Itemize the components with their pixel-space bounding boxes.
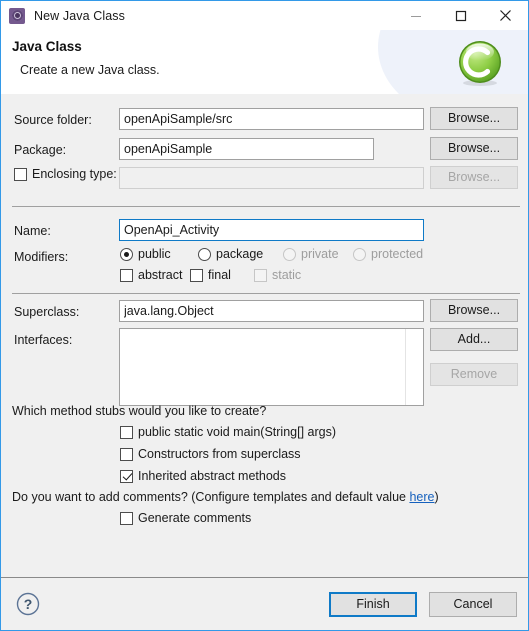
wizard-header: Java Class Create a new Java class.: [1, 30, 528, 95]
page-title: Java Class: [12, 39, 82, 54]
modifier-radio-public[interactable]: public: [120, 247, 171, 261]
source-folder-label: Source folder:: [14, 113, 92, 127]
static-checkbox-icon: [254, 268, 267, 282]
svg-text:?: ?: [24, 596, 33, 612]
comments-question: Do you want to add comments? (Configure …: [12, 490, 439, 504]
modifiers-label: Modifiers:: [14, 250, 69, 264]
name-input[interactable]: [119, 219, 424, 241]
private-radio-label: private: [301, 247, 339, 261]
page-subtitle: Create a new Java class.: [20, 63, 160, 77]
final-checkbox-icon[interactable]: [190, 268, 203, 282]
final-checkbox-label: final: [208, 268, 231, 282]
maximize-button[interactable]: [438, 1, 483, 30]
green-c-logo: [459, 41, 501, 86]
package-input[interactable]: [119, 138, 374, 160]
modifier-checkbox-final[interactable]: final: [190, 268, 231, 282]
constructors-checkbox-icon[interactable]: [120, 447, 133, 461]
main-method-checkbox-icon[interactable]: [120, 425, 133, 439]
java-class-wizard-icon: [9, 7, 25, 24]
stub-checkbox-main[interactable]: public static void main(String[] args): [120, 425, 336, 439]
interfaces-add-button[interactable]: Add...: [430, 328, 518, 351]
name-label: Name:: [14, 224, 51, 238]
stub-checkbox-inherited[interactable]: Inherited abstract methods: [120, 469, 286, 483]
minimize-button[interactable]: [393, 1, 438, 30]
superclass-input[interactable]: [119, 300, 424, 322]
modifier-radio-protected: protected: [353, 247, 423, 261]
modifier-radio-private: private: [283, 247, 339, 261]
generate-comments-label: Generate comments: [138, 511, 252, 525]
cancel-button[interactable]: Cancel: [429, 592, 517, 617]
protected-radio-label: protected: [371, 247, 424, 261]
private-radio-icon: [283, 247, 296, 261]
modifier-checkbox-abstract[interactable]: abstract: [120, 268, 182, 282]
abstract-checkbox-label: abstract: [138, 268, 183, 282]
package-browse-button[interactable]: Browse...: [430, 137, 518, 160]
source-folder-browse-button[interactable]: Browse...: [430, 107, 518, 130]
enclosing-type-checkbox[interactable]: [14, 167, 27, 181]
enclosing-type-input: [119, 167, 424, 189]
separator-top: [12, 206, 520, 207]
help-icon[interactable]: ?: [16, 592, 40, 616]
static-checkbox-label: static: [272, 268, 302, 282]
protected-radio-icon: [353, 247, 366, 261]
finish-button[interactable]: Finish: [329, 592, 417, 617]
modifier-checkbox-static: static: [254, 268, 301, 282]
public-radio-label: public: [138, 247, 171, 261]
enclosing-type-checkbox-row[interactable]: Enclosing type:: [14, 167, 117, 181]
public-radio-icon[interactable]: [120, 247, 133, 261]
constructors-checkbox-label: Constructors from superclass: [138, 447, 301, 461]
modifier-radio-package[interactable]: package: [198, 247, 263, 261]
superclass-browse-button[interactable]: Browse...: [430, 299, 518, 322]
titlebar: New Java Class: [1, 1, 528, 30]
generate-comments-checkbox-icon[interactable]: [120, 511, 133, 525]
main-method-checkbox-label: public static void main(String[] args): [138, 425, 336, 439]
interfaces-label: Interfaces:: [14, 333, 73, 347]
separator-middle: [12, 293, 520, 294]
inherited-abstract-checkbox-label: Inherited abstract methods: [138, 469, 286, 483]
configure-templates-link[interactable]: here: [409, 490, 434, 504]
interfaces-list[interactable]: [119, 328, 424, 406]
new-java-class-dialog: New Java Class Java Class Create a new J…: [0, 0, 529, 631]
package-radio-icon[interactable]: [198, 247, 211, 261]
comments-question-suffix: ): [434, 490, 439, 504]
interfaces-remove-button: Remove: [430, 363, 518, 386]
generate-comments-checkbox-row[interactable]: Generate comments: [120, 511, 251, 525]
dialog-body: Source folder: Browse... Package: Browse…: [1, 94, 528, 577]
superclass-label: Superclass:: [14, 305, 80, 319]
window-controls: [393, 1, 528, 30]
comments-question-prefix: Do you want to add comments? (Configure …: [12, 490, 410, 504]
header-decoration: [378, 30, 528, 94]
dialog-footer: ? Finish Cancel: [1, 577, 528, 630]
package-label: Package:: [14, 143, 67, 157]
enclosing-type-label: Enclosing type:: [32, 167, 117, 181]
enclosing-type-browse-button: Browse...: [430, 166, 518, 189]
package-radio-label: package: [216, 247, 264, 261]
stub-checkbox-constructors[interactable]: Constructors from superclass: [120, 447, 301, 461]
abstract-checkbox-icon[interactable]: [120, 268, 133, 282]
source-folder-input[interactable]: [119, 108, 424, 130]
close-button[interactable]: [483, 1, 528, 30]
method-stubs-question: Which method stubs would you like to cre…: [12, 404, 267, 418]
inherited-abstract-checkbox-icon[interactable]: [120, 469, 133, 483]
window-title: New Java Class: [34, 8, 126, 23]
interfaces-list-divider: [405, 329, 406, 405]
